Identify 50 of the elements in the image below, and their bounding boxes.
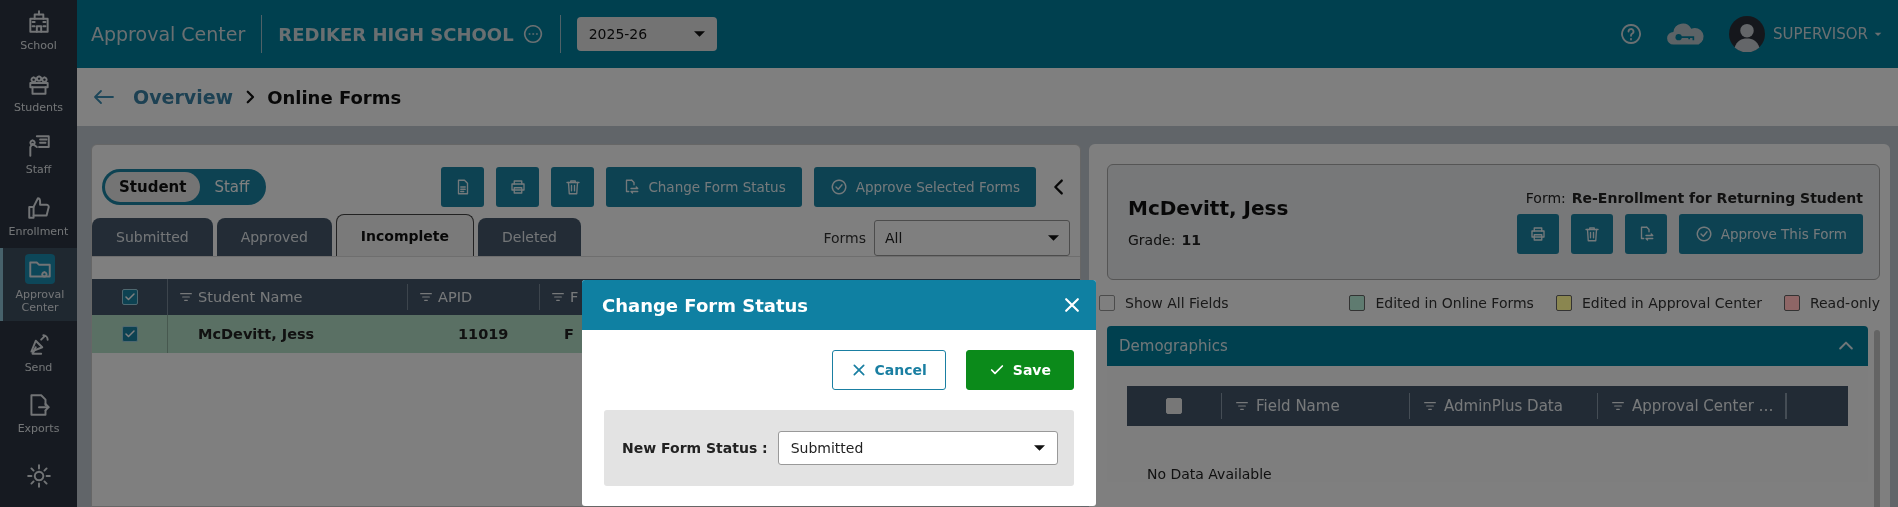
table-cell: 11019	[458, 326, 509, 342]
sidebar-item[interactable]: School	[0, 0, 77, 62]
year-dropdown[interactable]: 2025-26	[576, 17, 717, 51]
dialog-title: Change Form Status	[602, 294, 809, 316]
table-cell: McDevitt, Jess	[198, 326, 315, 342]
section-header[interactable]: Demographics	[1107, 326, 1868, 366]
sidebar-item[interactable]: Exports	[0, 383, 77, 446]
column-header[interactable]: AdminPlus Data	[1444, 397, 1563, 415]
legend-label: Edited in Approval Center	[1581, 295, 1762, 311]
tab[interactable]: Deleted	[478, 218, 581, 256]
legend-label: Read-only	[1809, 295, 1880, 311]
user-menu[interactable]: SUPERVISOR	[1772, 25, 1886, 43]
toggle-option[interactable]: Staff	[200, 172, 264, 202]
save-button[interactable]: Save	[965, 350, 1074, 390]
column-header[interactable]: APID	[438, 289, 473, 305]
tab[interactable]: Approved	[216, 218, 332, 256]
forms-label: Forms	[823, 229, 866, 246]
student-name: McDevitt, Jess	[1128, 196, 1289, 220]
empty-message: No Data Available	[1147, 466, 1273, 482]
sidebar-item[interactable]: Approval Center	[0, 247, 77, 322]
toolbar-button[interactable]: Approve Selected Forms	[813, 167, 1036, 207]
column-header[interactable]: Field Name	[1256, 397, 1340, 415]
sidebar-item[interactable]: Enrollment	[0, 185, 77, 248]
tab[interactable]: Incomplete	[335, 214, 474, 256]
form-name: Re-Enrollment for Returning Student	[1571, 190, 1863, 206]
sidebar-item[interactable]: Students	[0, 61, 77, 124]
school-name: REDIKER HIGH SCHOOL	[278, 23, 514, 45]
checkbox-label[interactable]: Show All Fields	[1125, 295, 1229, 311]
column-header[interactable]: Approval Center …	[1632, 397, 1774, 415]
forms-dropdown[interactable]: All	[874, 219, 1070, 256]
section-title: Demographics	[1119, 337, 1228, 355]
form-label: Form:	[1525, 190, 1566, 206]
table-cell: F	[564, 326, 574, 342]
sidebar-item[interactable]: Send	[0, 321, 77, 384]
toolbar-button[interactable]: Change Form Status	[606, 167, 802, 207]
legend-label: Edited in Online Forms	[1375, 295, 1534, 311]
status-dropdown[interactable]: Submitted	[777, 431, 1058, 465]
app-title: Approval Center	[91, 23, 246, 45]
field-label: New Form Status :	[622, 440, 768, 456]
tab[interactable]: Submitted	[92, 218, 213, 256]
cancel-button[interactable]: Cancel	[831, 350, 946, 390]
grade-value: 11	[1181, 232, 1201, 248]
breadcrumb-link[interactable]: Overview	[133, 86, 234, 108]
breadcrumb-current: Online Forms	[267, 86, 402, 108]
sidebar-item[interactable]: Staff	[0, 123, 77, 186]
toggle-option[interactable]: Student	[105, 172, 201, 202]
approve-button[interactable]: Approve This Form	[1678, 214, 1863, 254]
column-header[interactable]: F	[570, 289, 579, 305]
grade-label: Grade:	[1128, 232, 1176, 248]
column-header[interactable]: Student Name	[198, 289, 303, 305]
